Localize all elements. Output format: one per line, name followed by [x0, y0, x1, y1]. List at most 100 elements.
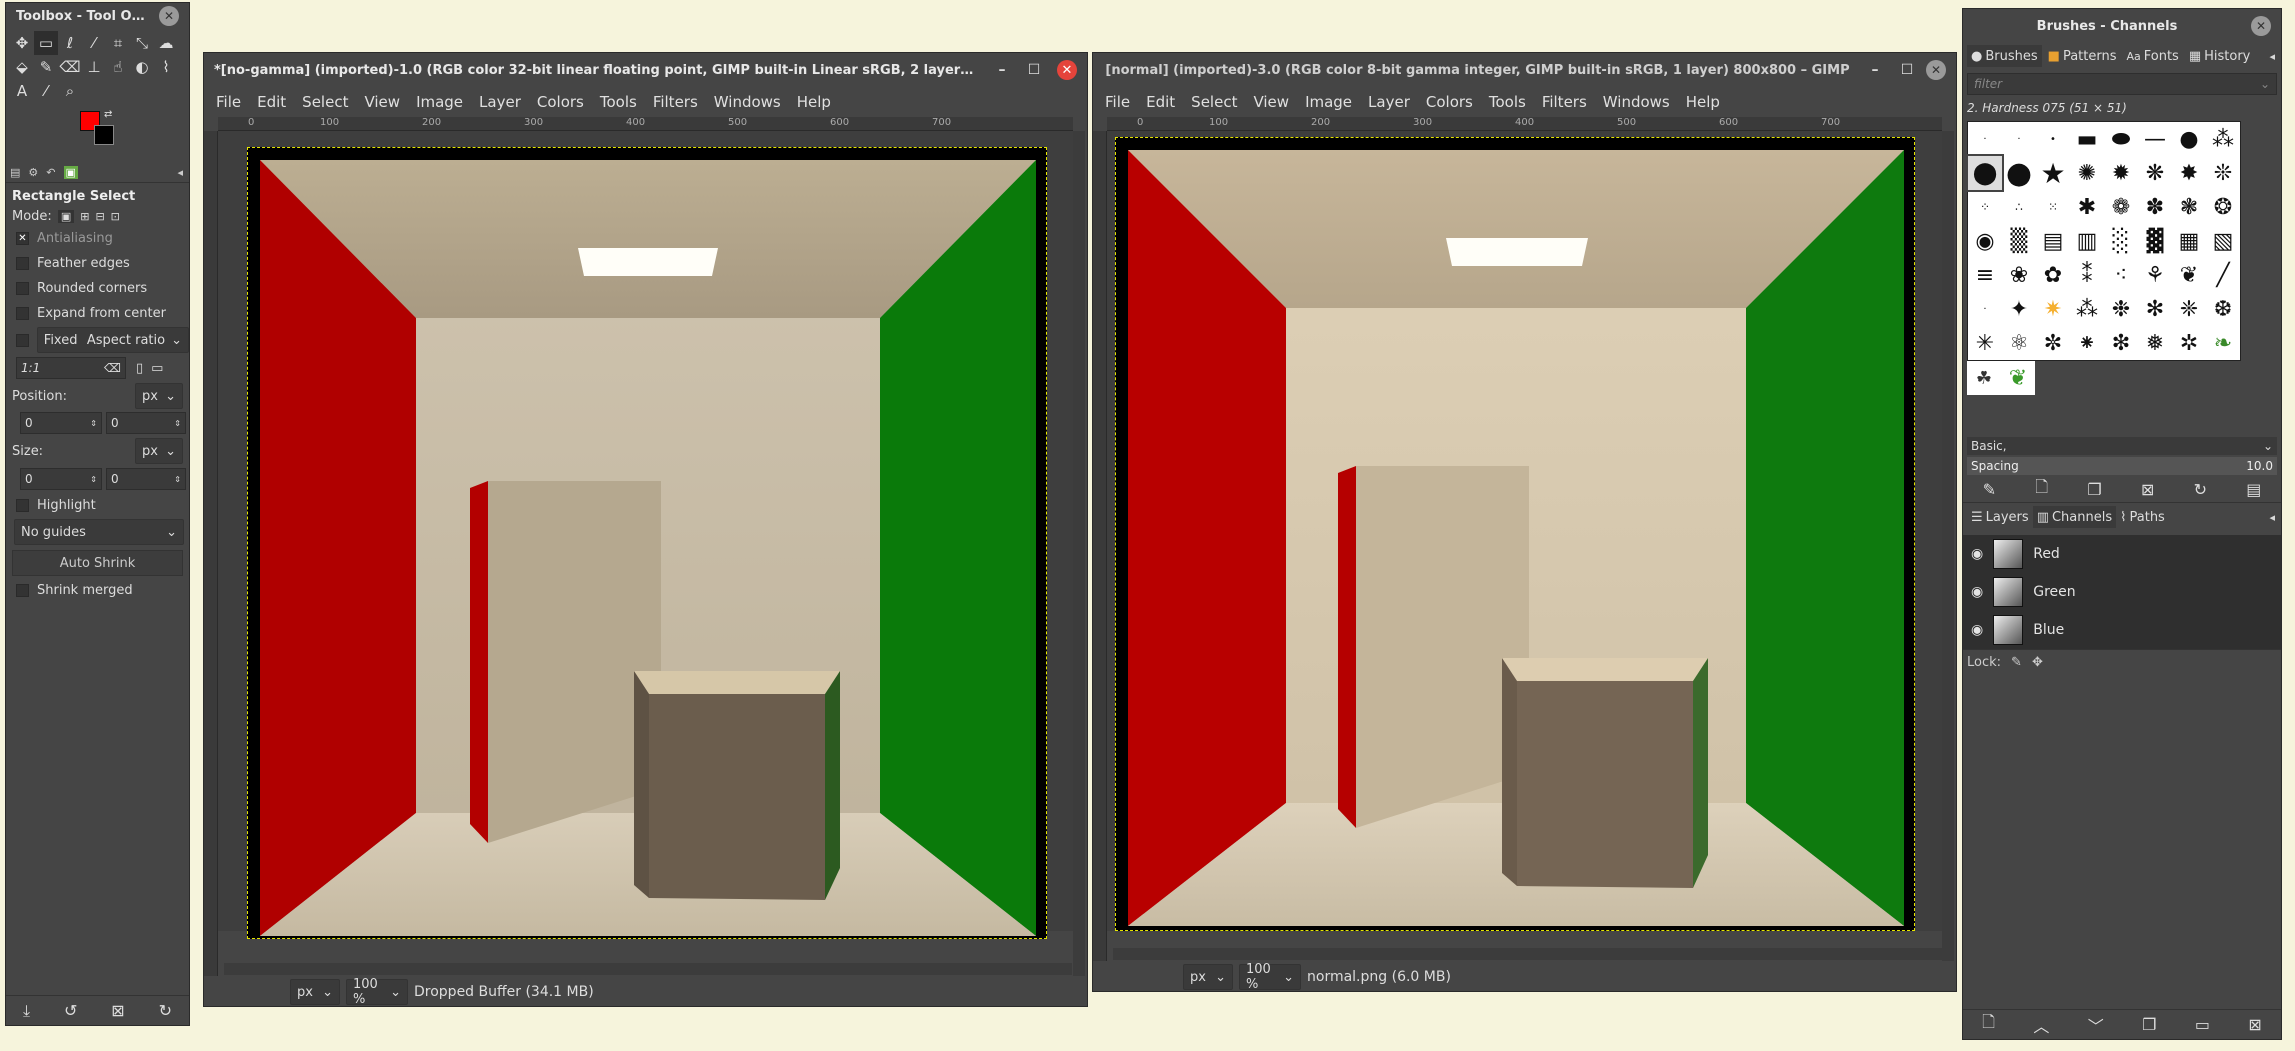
position-y-input[interactable]: 0 ⇕ — [106, 412, 186, 434]
ratio-input[interactable]: 1:1 ⌫ — [16, 357, 126, 379]
menu-filters[interactable]: Filters — [645, 93, 706, 111]
menu-filters[interactable]: Filters — [1534, 93, 1595, 111]
restore-options-icon[interactable]: ↺ — [64, 1001, 77, 1020]
tool-options-tab-icon[interactable]: ▤ — [10, 166, 20, 179]
brush-item[interactable]: ▥ — [2070, 224, 2104, 258]
save-options-icon[interactable]: ⤓ — [23, 1001, 30, 1021]
menu-image[interactable]: Image — [408, 93, 471, 111]
unit-combo[interactable]: px ⌄ — [1183, 964, 1233, 990]
brush-item[interactable]: ✻ — [2138, 292, 2172, 326]
brush-item[interactable]: ✺ — [2070, 156, 2104, 190]
menu-select[interactable]: Select — [294, 93, 356, 111]
menu-image[interactable]: Image — [1297, 93, 1360, 111]
position-x-input[interactable]: 0 ⇕ — [20, 412, 102, 434]
brush-item[interactable]: ❦ — [2001, 361, 2035, 395]
brush-item[interactable]: ✱ — [2070, 190, 2104, 224]
brush-item[interactable]: ◉ — [1968, 224, 2002, 258]
brush-grid[interactable]: · · • ▬ ⬬ — ● ⁂ ⬤ ● ★ ✺ ✹ ❋ ✸ ❊ ⁘ ∴ ⁙ ✱ … — [1966, 121, 2241, 361]
channel-to-selection-icon[interactable]: ▭ — [2195, 1015, 2210, 1034]
menu-layer[interactable]: Layer — [1360, 93, 1418, 111]
brush-item[interactable]: ▤ — [2036, 224, 2070, 258]
brush-item[interactable]: ⁑ — [2070, 258, 2104, 292]
brush-preset-combo[interactable]: Basic, ⌄ — [1967, 437, 2277, 455]
mode-subtract-icon[interactable]: ⊟ — [95, 210, 104, 223]
size-h-input[interactable]: 0 ⇕ — [106, 468, 186, 490]
vertical-scrollbar[interactable] — [1073, 131, 1085, 976]
channel-row[interactable]: ◉ Red — [1963, 535, 2281, 573]
brush-item[interactable]: ⁂ — [2070, 292, 2104, 326]
device-status-tab-icon[interactable]: ⚙ — [28, 166, 38, 179]
rect-select-tool-icon[interactable]: ▭ — [34, 31, 58, 55]
brush-item[interactable]: ⁕ — [2070, 326, 2104, 360]
mode-add-icon[interactable]: ⊞ — [80, 210, 89, 223]
brush-item[interactable]: ▒ — [2002, 224, 2036, 258]
mode-intersect-icon[interactable]: ⊡ — [111, 210, 120, 223]
move-tool-icon[interactable]: ✥ — [10, 31, 34, 55]
brush-item[interactable]: ❁ — [2104, 190, 2138, 224]
clear-icon[interactable]: ⌫ — [104, 361, 121, 375]
menu-select[interactable]: Select — [1183, 93, 1245, 111]
checkbox-icon[interactable] — [16, 498, 29, 512]
color-picker-tool-icon[interactable]: ⁄ — [34, 79, 58, 103]
horizontal-scrollbar[interactable] — [224, 963, 1072, 975]
brush-item[interactable]: ★ — [2036, 156, 2070, 190]
zoom-combo[interactable]: 100 % ⌄ — [1239, 962, 1301, 992]
color-area[interactable]: ⇄ — [76, 105, 189, 163]
canvas-area[interactable] — [1107, 131, 1947, 931]
bucket-fill-tool-icon[interactable]: ⬙ — [10, 55, 34, 79]
shrink-merged-option[interactable]: Shrink merged — [6, 576, 189, 604]
brush-item[interactable]: — — [2138, 122, 2172, 156]
minimize-icon[interactable]: – — [1866, 61, 1884, 79]
brush-item[interactable]: ✸ — [2172, 156, 2206, 190]
brush-item[interactable]: ⁖ — [2104, 258, 2138, 292]
canvas-area[interactable] — [218, 131, 1076, 939]
brush-item[interactable]: ✦ — [2002, 292, 2036, 326]
eye-icon[interactable]: ◉ — [1971, 584, 1983, 600]
lower-channel-icon[interactable]: ﹀ — [2088, 1013, 2104, 1037]
delete-options-icon[interactable]: ⊠ — [111, 1001, 124, 1020]
menu-file[interactable]: File — [208, 93, 249, 111]
auto-shrink-button[interactable]: Auto Shrink — [12, 550, 183, 576]
new-brush-icon[interactable]: 🗋 — [2035, 476, 2048, 503]
vertical-scrollbar[interactable] — [1942, 131, 1954, 961]
brush-item[interactable]: · — [2002, 122, 2036, 156]
close-icon[interactable]: ✕ — [159, 6, 179, 26]
tab-patterns[interactable]: ■ Patterns — [2044, 45, 2121, 67]
brush-item[interactable]: ✽ — [2138, 190, 2172, 224]
channel-row[interactable]: ◉ Green — [1963, 573, 2281, 611]
edit-brush-icon[interactable]: ✎ — [1983, 480, 1996, 499]
horizontal-ruler[interactable]: 0 100 200 300 400 500 600 700 — [218, 117, 1073, 131]
menu-windows[interactable]: Windows — [1595, 93, 1678, 111]
smudge-tool-icon[interactable]: ☝ — [106, 55, 130, 79]
landscape-icon[interactable]: ▭ — [151, 361, 163, 376]
brush-item[interactable]: ▬ — [2070, 122, 2104, 156]
horizontal-ruler[interactable]: 0 100 200 300 400 500 600 700 — [1107, 117, 1942, 131]
brush-item[interactable]: ❀ — [2002, 258, 2036, 292]
brush-item[interactable]: ▓ — [2138, 224, 2172, 258]
maximize-icon[interactable]: ☐ — [1898, 61, 1916, 79]
tab-fonts[interactable]: Aa Fonts — [2122, 45, 2182, 67]
open-as-image-icon[interactable]: ▤ — [2246, 480, 2261, 499]
eye-icon[interactable]: ◉ — [1971, 622, 1983, 638]
vertical-ruler[interactable] — [204, 131, 218, 976]
checkbox-icon[interactable] — [16, 307, 29, 320]
brush-item[interactable]: ✹ — [2104, 156, 2138, 190]
duplicate-channel-icon[interactable]: ❐ — [2142, 1015, 2156, 1034]
checkbox-icon[interactable] — [16, 257, 29, 270]
brush-item[interactable]: ⬬ — [2104, 122, 2138, 156]
mode-replace-icon[interactable]: ▣ — [57, 209, 75, 223]
brush-item[interactable]: ❊ — [2206, 156, 2240, 190]
clone-tool-icon[interactable]: ⊥ — [82, 55, 106, 79]
brush-filter-input[interactable]: filter ⌄ — [1967, 73, 2277, 95]
menu-colors[interactable]: Colors — [1418, 93, 1481, 111]
brush-item[interactable]: ❆ — [2206, 292, 2240, 326]
brush-item[interactable]: ● — [2172, 122, 2206, 156]
brush-item[interactable]: ⚛ — [2002, 326, 2036, 360]
tab-layers[interactable]: ☰ Layers — [1967, 506, 2033, 528]
brush-item[interactable]: ⁘ — [1968, 190, 2002, 224]
brush-item[interactable]: ▦ — [2172, 224, 2206, 258]
spin-arrows-icon[interactable]: ⇕ — [174, 419, 181, 428]
menu-colors[interactable]: Colors — [529, 93, 592, 111]
guides-combo[interactable]: No guides ⌄ — [14, 519, 184, 545]
brush-item[interactable]: ❇ — [2104, 326, 2138, 360]
